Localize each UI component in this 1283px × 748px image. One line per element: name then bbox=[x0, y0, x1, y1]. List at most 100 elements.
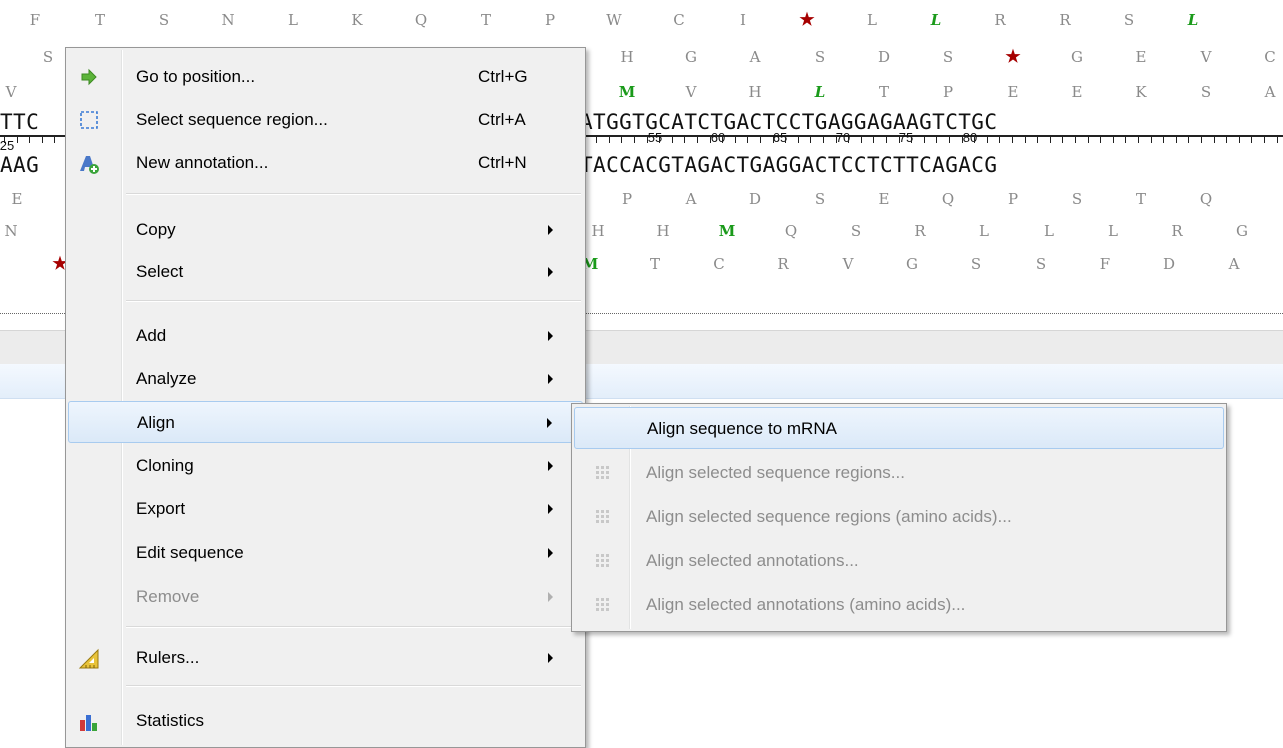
ruler-tick bbox=[1138, 137, 1139, 143]
forward-strand[interactable]: ATGGTGCATCTGACTCCTGAGGAGAAGTCTGC bbox=[580, 110, 1280, 134]
ruler-tick bbox=[1050, 137, 1051, 143]
menu-item-label: Select bbox=[136, 262, 184, 281]
menu-item-align-selected-annotations[interactable]: Align selected annotations... bbox=[574, 540, 1224, 582]
menu-item-shortcut: Ctrl+G bbox=[478, 67, 528, 86]
reverse-strand[interactable]: TACCACGTAGACTGAGGACTCCTCTTCAGACG bbox=[580, 153, 1280, 177]
submenu-arrow-icon bbox=[548, 331, 553, 341]
menu-item-export[interactable]: Export bbox=[68, 488, 583, 530]
align-submenu: Align sequence to mRNA Align selected se… bbox=[571, 403, 1227, 632]
menu-item-cloning[interactable]: Cloning bbox=[68, 445, 583, 487]
ruler-tick bbox=[1113, 137, 1114, 143]
menu-item-label: Copy bbox=[136, 220, 176, 239]
menu-item-edit-sequence[interactable]: Edit sequence bbox=[68, 532, 583, 574]
amino-acid: D bbox=[877, 48, 891, 66]
menu-item-statistics[interactable]: Statistics bbox=[68, 700, 583, 742]
amino-acid: K bbox=[351, 11, 363, 29]
stop-codon-icon: ★ bbox=[1005, 47, 1021, 67]
menu-item-rulers[interactable]: Rulers... bbox=[68, 637, 583, 679]
alignment-grid-icon bbox=[596, 598, 609, 611]
amino-acid: C bbox=[1264, 48, 1276, 66]
ruler-tick bbox=[659, 137, 660, 143]
ruler-tick bbox=[1226, 137, 1227, 143]
ruler-tick bbox=[747, 137, 748, 143]
amino-acid: R bbox=[1059, 11, 1071, 29]
menu-item-label: Go to position... bbox=[136, 67, 256, 86]
menu-item-label: Select sequence region... bbox=[136, 110, 328, 129]
menu-item-new-annotation[interactable]: New annotation... Ctrl+N bbox=[68, 142, 583, 184]
menu-item-label: Cloning bbox=[136, 456, 194, 475]
ruler-tick bbox=[936, 137, 937, 143]
amino-acid: V bbox=[685, 83, 697, 101]
menu-item-select-sequence-region[interactable]: Select sequence region... Ctrl+A bbox=[68, 99, 583, 141]
ruler-number: 60 bbox=[710, 130, 726, 145]
ruler-tick bbox=[697, 137, 698, 143]
ruler-tick bbox=[621, 137, 622, 143]
submenu-arrow-icon bbox=[548, 374, 553, 384]
ruler-tick bbox=[810, 137, 811, 143]
ruler-tick bbox=[1214, 137, 1215, 143]
menu-item-align-selected-sequence-regions[interactable]: Align selected sequence regions... bbox=[574, 452, 1224, 494]
amino-acid: V bbox=[842, 255, 854, 273]
ruler-tick bbox=[773, 137, 774, 143]
menu-item-label: Export bbox=[136, 499, 186, 518]
ruler-tick bbox=[1239, 137, 1240, 143]
menu-item-label: Edit sequence bbox=[136, 543, 244, 562]
submenu-arrow-icon bbox=[548, 548, 553, 558]
amino-acid: R bbox=[994, 11, 1006, 29]
menu-item-go-to-position[interactable]: Go to position... Ctrl+G bbox=[68, 56, 583, 98]
menu-item-remove[interactable]: Remove bbox=[68, 576, 583, 618]
menu-item-select[interactable]: Select bbox=[68, 251, 583, 293]
amino-acid: S bbox=[1035, 255, 1047, 273]
submenu-arrow-icon bbox=[547, 418, 552, 428]
submenu-arrow-icon bbox=[548, 461, 553, 471]
ruler-number-left: 25 bbox=[0, 138, 15, 153]
menu-item-align-selected-sequence-regions-amino-acids[interactable]: Align selected sequence regions (amino a… bbox=[574, 496, 1224, 538]
amino-acid: Q bbox=[784, 222, 798, 240]
amino-acid: P bbox=[942, 83, 954, 101]
new-annotation-icon bbox=[78, 153, 100, 174]
ruler-tick bbox=[949, 137, 950, 143]
ruler-tick bbox=[1088, 137, 1089, 143]
alignment-grid-icon bbox=[596, 466, 609, 479]
ruler-tick bbox=[861, 137, 862, 143]
ruler-tick bbox=[735, 137, 736, 143]
ruler-number: 80 bbox=[962, 130, 978, 145]
ruler-number: 55 bbox=[647, 130, 663, 145]
ruler-tick bbox=[1264, 137, 1265, 143]
amino-acid: A bbox=[749, 48, 761, 66]
menu-item-label: Analyze bbox=[136, 369, 197, 388]
amino-acid: A bbox=[1264, 83, 1276, 101]
menu-item-label: Remove bbox=[136, 587, 200, 606]
green-arrow-icon bbox=[78, 67, 100, 87]
amino-acid: G bbox=[685, 48, 697, 66]
amino-acid: S bbox=[850, 222, 862, 240]
menu-item-shortcut: Ctrl+A bbox=[478, 110, 526, 129]
ruler-tick bbox=[785, 137, 786, 143]
amino-acid: L bbox=[1108, 222, 1118, 240]
ruler-tick bbox=[1012, 137, 1013, 143]
ruler-tick bbox=[1151, 137, 1152, 143]
amino-acid: D bbox=[1162, 255, 1176, 273]
ruler-tick bbox=[1277, 137, 1278, 143]
ruler-tick bbox=[1163, 137, 1164, 143]
menu-item-add[interactable]: Add bbox=[68, 315, 583, 357]
ruler-tick bbox=[1025, 137, 1026, 143]
amino-acid: L bbox=[979, 222, 989, 240]
ruler-tick bbox=[647, 137, 648, 143]
ruler-tick bbox=[1125, 137, 1126, 143]
amino-acid: Q bbox=[414, 11, 428, 29]
ruler-number: 65 bbox=[772, 130, 788, 145]
menu-item-align-sequence-to-mrna[interactable]: Align sequence to mRNA bbox=[574, 407, 1224, 449]
menu-item-label: Align selected annotations... bbox=[646, 551, 859, 570]
ruler-tick bbox=[848, 137, 849, 143]
menu-item-align[interactable]: Align bbox=[68, 401, 583, 443]
amino-acid: H bbox=[748, 83, 762, 101]
ruler-tick bbox=[29, 137, 30, 143]
ruler-tick bbox=[1188, 137, 1189, 143]
translation-frame-1: F T S N L K Q T P W C I ★ L L R R S L bbox=[0, 8, 1283, 32]
menu-item-analyze[interactable]: Analyze bbox=[68, 358, 583, 400]
menu-item-label: Rulers... bbox=[136, 648, 200, 667]
menu-item-copy[interactable]: Copy bbox=[68, 209, 583, 251]
amino-acid: W bbox=[606, 11, 622, 29]
menu-item-align-selected-annotations-amino-acids[interactable]: Align selected annotations (amino acids)… bbox=[574, 584, 1224, 626]
